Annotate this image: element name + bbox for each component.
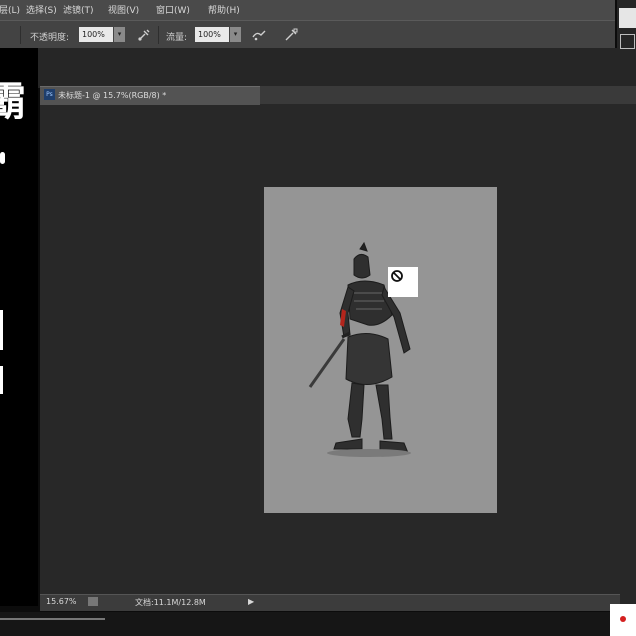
document-size: 文档:11.1M/12.8M — [135, 598, 206, 607]
skeleton-warrior-illustration — [308, 241, 411, 457]
menu-view[interactable]: 视图(V) — [108, 3, 139, 16]
opacity-dropdown-button[interactable]: ▾ — [114, 27, 125, 42]
overlay-bar — [0, 366, 3, 394]
brush-pressure-icon[interactable] — [136, 27, 152, 43]
document-tab-title[interactable]: 未标题-1 @ 15.7%(RGB/8) * — [58, 90, 166, 101]
opacity-label: 不透明度: — [30, 33, 70, 43]
status-info-icon[interactable] — [88, 597, 98, 606]
status-menu-arrow[interactable]: ▶ — [248, 597, 254, 606]
overlay-caption: 霸 — [0, 79, 26, 125]
panel-header — [619, 8, 636, 28]
record-dot-icon — [620, 616, 626, 622]
menu-window[interactable]: 窗口(W) — [156, 3, 190, 16]
flow-dropdown-button[interactable]: ▾ — [230, 27, 241, 42]
separator — [20, 26, 21, 44]
left-overlay-panel: 霸 — [0, 48, 38, 606]
status-bar — [40, 594, 620, 611]
airbrush-icon[interactable] — [251, 27, 267, 43]
tab-bar — [260, 86, 636, 104]
options-bar: 不透明度: 100% ▾ 流量: 100% ▾ — [0, 20, 615, 49]
menu-help[interactable]: 帮助(H) — [208, 3, 240, 16]
opacity-input[interactable]: 100% — [79, 27, 113, 42]
zoom-level[interactable]: 15.67% — [46, 597, 77, 606]
panel-gap — [38, 48, 620, 88]
bottom-strip — [0, 612, 610, 636]
menu-bar: 图层(L) 选择(S) 滤镜(T) 视图(V) 窗口(W) 帮助(H) — [0, 0, 615, 20]
canvas[interactable] — [264, 187, 497, 513]
tablet-size-icon[interactable] — [283, 27, 299, 43]
scroll-indicator[interactable] — [0, 618, 105, 620]
ps-document-icon: Ps — [44, 89, 55, 100]
menu-layer[interactable]: 图层(L) — [0, 3, 20, 16]
cursor-preview — [388, 267, 418, 297]
separator — [158, 26, 159, 44]
flow-input[interactable]: 100% — [195, 27, 229, 42]
no-entry-cursor-icon — [391, 270, 403, 282]
menu-select[interactable]: 选择(S) — [26, 3, 57, 16]
flow-label: 流量: — [166, 33, 188, 43]
menu-filter[interactable]: 滤镜(T) — [63, 3, 94, 16]
panel-toggle-icon[interactable] — [620, 34, 635, 49]
overlay-bar — [0, 310, 3, 350]
overlay-mark — [0, 152, 5, 164]
